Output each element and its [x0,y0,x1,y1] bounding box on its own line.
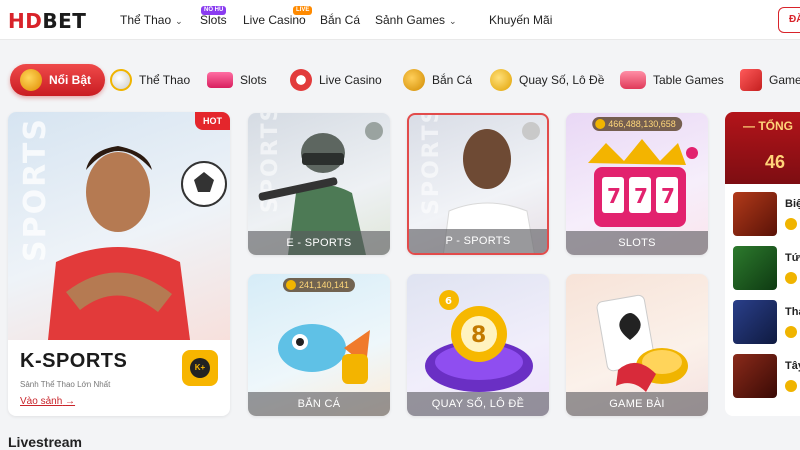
login-button[interactable]: ĐĂ [778,7,800,33]
nav-the-thao[interactable]: Thể Thao ⌄ [120,13,183,27]
category-live-casino[interactable]: Live Casino [290,64,382,96]
jackpot-list-item[interactable]: Biệ [733,192,800,238]
tile-quay-so-lo-de[interactable]: 8 6 QUAY SỐ, LÔ ĐỀ [407,274,549,416]
jackpot-header: — TỔNG 46 [725,112,800,184]
coin-icon [785,326,797,338]
hdbet-logo[interactable]: HDBET [8,9,86,33]
jackpot-list-item[interactable]: Tứ [733,246,800,292]
category-slots[interactable]: Slots [207,64,267,96]
svg-text:7: 7 [661,184,675,208]
coin-icon [785,218,797,230]
slot-777-icon [207,72,233,88]
card-title: K-SPORTS [20,350,128,372]
dice-icon [740,69,762,91]
nav-slots[interactable]: Slots [200,13,227,27]
tile-game-bai[interactable]: GAME BÀI [566,274,708,416]
chevron-down-icon: ⌄ [449,16,457,26]
crown-icon [20,69,42,91]
category-the-thao[interactable]: Thể Thao [110,64,190,96]
tile-p-sports[interactable]: SPORTS P - SPORTS [407,113,549,255]
game-thumbnail [733,192,777,236]
poker-chip-icon [290,69,312,91]
svg-text:8: 8 [471,323,486,348]
tile-label: BẮN CÁ [248,392,390,416]
nav-sanh-games[interactable]: Sảnh Games ⌄ [375,13,457,27]
tile-e-sports[interactable]: SPORTS E - SPORTS [248,113,390,255]
tile-slots[interactable]: 466,488,130,658 7 7 7 SLOTS [566,113,708,255]
soccer-ball-icon [110,69,132,91]
livestream-section-title: Livestream [8,434,82,450]
tile-label: P - SPORTS [409,229,547,253]
nav-live-casino[interactable]: Live Casino [243,13,306,27]
tile-label: SLOTS [566,231,708,255]
k-plus-logo: K+ [182,350,218,386]
game-thumbnail [733,354,777,398]
category-game[interactable]: Game [740,64,800,96]
svg-text:6: 6 [445,296,452,307]
jackpot-amount: 46 [765,152,786,172]
nav-khuyen-mai[interactable]: Khuyến Mãi [489,13,552,27]
chevron-down-icon: ⌄ [175,16,183,26]
enter-lobby-link[interactable]: Vào sảnh → [20,396,75,407]
card-subtitle: Sảnh Thể Thao Lớn Nhất [20,380,111,389]
category-bar: Nổi Bật Thể Thao Slots Live Casino Bắn C… [0,58,800,102]
tile-label: GAME BÀI [566,392,708,416]
category-table-games[interactable]: Table Games [620,64,724,96]
category-quay-so-lo-de[interactable]: Quay Số, Lô Đề [490,64,604,96]
card-table-icon [620,71,646,89]
game-thumbnail [733,300,777,344]
tile-label: E - SPORTS [248,231,390,255]
tile-ban-ca[interactable]: 241,140,141 BẮN CÁ [248,274,390,416]
coin-icon [785,380,797,392]
svg-text:7: 7 [634,184,648,208]
hot-badge: HOT [195,112,230,130]
game-thumbnail [733,246,777,290]
nav-ban-ca[interactable]: Bắn Cá [320,13,360,27]
category-ban-ca[interactable]: Bắn Cá [403,64,472,96]
jackpot-panel: — TỔNG 46 Biệ Tứ Tha Tây [725,112,800,416]
top-navigation: HDBET Thể Thao ⌄ NỔ HŨ Slots LIVE Live Ca… [0,0,800,40]
jackpot-list-item[interactable]: Tây [733,354,800,400]
tile-label: QUAY SỐ, LÔ ĐỀ [407,392,549,416]
k-sports-artwork: SPORTS [8,112,230,340]
jackpot-title: — TỔNG [743,119,794,133]
arrow-right-icon: → [65,396,76,407]
fish-icon [403,69,425,91]
svg-text:7: 7 [607,184,621,208]
category-noi-bat[interactable]: Nổi Bật [10,64,105,96]
k-sports-card[interactable]: SPORTS HOT K-SPORTS Sảnh Thể Thao Lớn Nh… [8,112,230,416]
player-illustration [48,146,227,340]
coin-icon [785,272,797,284]
lottery-ball-icon [490,69,512,91]
jackpot-list-item[interactable]: Tha [733,300,800,346]
